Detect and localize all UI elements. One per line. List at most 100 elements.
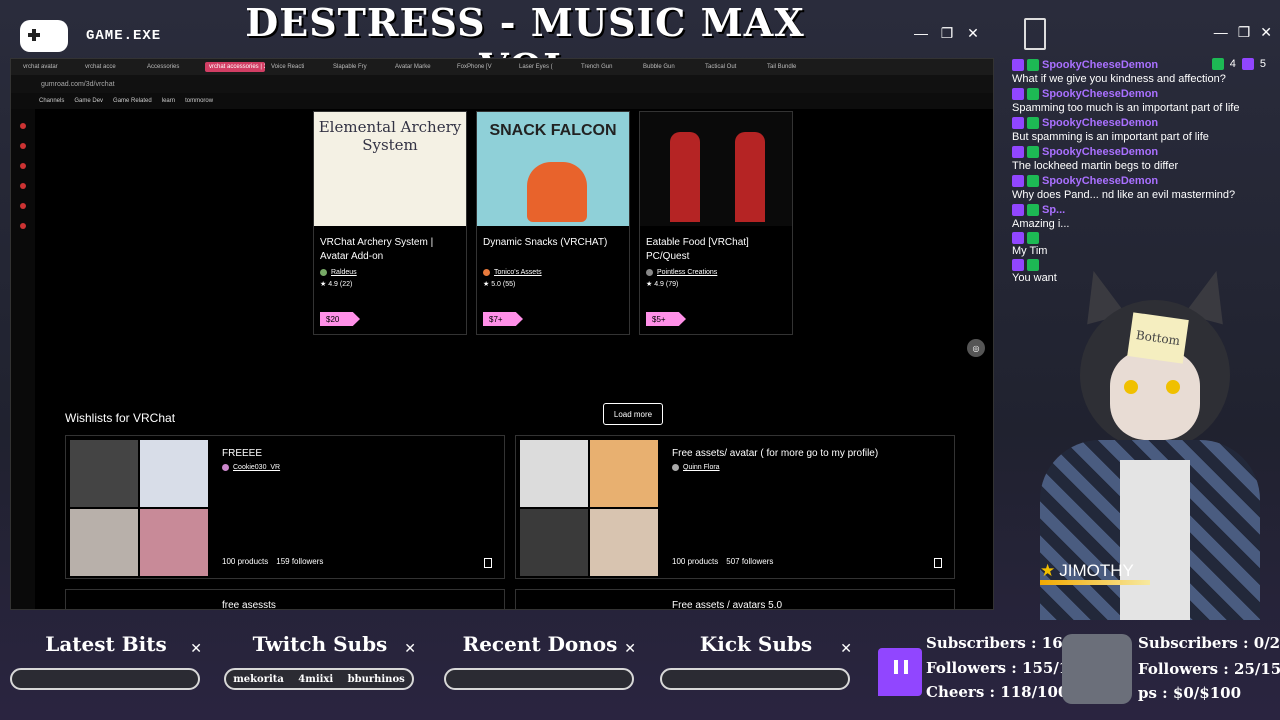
sidebar-icon[interactable] — [20, 223, 26, 229]
close-icon[interactable]: ✕ — [624, 640, 636, 657]
sidebar-icon[interactable] — [20, 123, 26, 129]
bookmark-icon[interactable] — [484, 558, 492, 568]
product-card[interactable]: Elemental Archery System VRChat Archery … — [313, 111, 467, 335]
tab[interactable]: Slapable Fry — [329, 62, 389, 72]
sidebar-icon[interactable] — [20, 183, 26, 189]
recent-donos-panel: Recent Donos ✕ — [438, 632, 642, 696]
wishlist-card[interactable]: free asessts — [65, 589, 505, 610]
close-icon[interactable]: ✕ — [190, 640, 202, 657]
chat-message: SpookyCheeseDemon The lockheed martin beg… — [1012, 146, 1179, 172]
minimize-icon[interactable]: — — [912, 24, 930, 42]
product-thumbnail: SNACK FALCON — [477, 112, 629, 226]
product-seller[interactable]: Raldeus — [314, 266, 466, 276]
kick-subs-panel: Kick Subs ✕ — [654, 632, 858, 696]
maximize-icon[interactable]: ❐ — [1238, 24, 1251, 41]
seller-avatar — [646, 269, 653, 276]
tab[interactable]: FoxPhone [V — [453, 62, 513, 72]
product-thumbnail — [640, 112, 792, 226]
donos-goal: ps : $0/$100 — [1138, 684, 1242, 702]
floating-widget-icon[interactable]: ◎ — [967, 339, 985, 357]
minimize-icon[interactable]: — — [1214, 24, 1228, 41]
bookmark-icon[interactable] — [934, 558, 942, 568]
close-icon[interactable]: ✕ — [1260, 24, 1272, 41]
twitch-icon — [1241, 58, 1254, 70]
bookmark[interactable]: Channels — [39, 98, 64, 104]
tab[interactable]: Avatar Marke — [391, 62, 451, 72]
panel-ticker: mekorita 4miixi bburhinos — [224, 668, 414, 690]
chat-window-controls: — ❐ ✕ — [1214, 24, 1272, 41]
twitch-logo-icon — [878, 648, 922, 696]
product-rating: ★ 4.9 (22) — [320, 281, 353, 288]
sidebar-icon[interactable] — [20, 163, 26, 169]
twitch-badge-icon — [1012, 232, 1024, 244]
twitch-badge-icon — [1012, 88, 1024, 100]
tab[interactable]: Tail Bundle — [763, 62, 823, 72]
wishlist-card[interactable]: Free assets / avatars 5.0 — [515, 589, 955, 610]
close-icon[interactable]: ✕ — [840, 640, 852, 657]
wishlist-title: Free assets/ avatar ( for more go to my … — [672, 448, 879, 459]
tab[interactable]: Accessories — [143, 62, 203, 72]
seller-avatar — [483, 269, 490, 276]
stream-overlay: DESTRESS - MUSIC MAX VOL GAME.EXE — ❐ ✕ … — [0, 0, 1280, 720]
tab[interactable]: Tactical Out — [701, 62, 761, 72]
bookmark[interactable]: Game Dev — [74, 98, 103, 104]
tab[interactable]: Bubble Gun — [639, 62, 699, 72]
close-icon[interactable]: ✕ — [964, 24, 982, 42]
twitch-badge-icon — [1012, 59, 1024, 71]
product-thumbnail: Elemental Archery System — [314, 112, 466, 226]
bookmark[interactable]: learn — [162, 98, 175, 104]
chat-message: SpookyCheeseDemon Why does Pand... nd lik… — [1012, 175, 1236, 201]
panel-title: Twitch Subs — [252, 632, 388, 656]
maximize-icon[interactable]: ❐ — [938, 24, 956, 42]
product-seller[interactable]: Pointless Creations — [640, 266, 792, 276]
close-icon[interactable]: ✕ — [404, 640, 416, 657]
window-titlebar: GAME.EXE — ❐ ✕ — [10, 18, 990, 54]
sticky-note: Bottom — [1127, 312, 1189, 364]
check-badge-icon — [1027, 59, 1039, 71]
twitch-badge-icon — [1012, 204, 1024, 216]
wishlist-owner[interactable]: Cookie030_VR — [222, 464, 280, 471]
bookmark[interactable]: Game Related — [113, 98, 152, 104]
product-card[interactable]: SNACK FALCON Dynamic Snacks (VRCHAT) Ton… — [476, 111, 630, 335]
sidebar-icon[interactable] — [20, 203, 26, 209]
sidebar-icon[interactable] — [20, 143, 26, 149]
owner-avatar — [672, 464, 679, 471]
gamepad-icon — [20, 20, 68, 52]
address-bar[interactable]: gumroad.com/3d/vrchat — [11, 75, 993, 93]
price-tag: $5+ — [646, 312, 686, 326]
product-rating: ★ 5.0 (55) — [483, 281, 516, 288]
load-more-button[interactable]: Load more — [603, 403, 663, 425]
tab[interactable]: vrchat acce — [81, 62, 141, 72]
sub-name: bburhinos — [347, 673, 405, 685]
wishlist-card[interactable]: Free assets/ avatar ( for more go to my … — [515, 435, 955, 579]
sub-name: mekorita — [233, 673, 284, 685]
chat-popout-icon[interactable] — [1024, 18, 1046, 50]
bookmark[interactable]: tommorow — [185, 98, 213, 104]
wishlist-owner[interactable]: Quinn Flora — [672, 464, 720, 471]
tab[interactable]: vrchat avatar — [19, 62, 79, 72]
avatar-eye — [1166, 380, 1180, 394]
chat-header: — ❐ ✕ — [1014, 18, 1280, 54]
product-card[interactable]: Eatable Food [VRChat] PC/Quest Pointless… — [639, 111, 793, 335]
twitch-badge-icon — [1012, 146, 1024, 158]
twitch-badge-icon — [1012, 117, 1024, 129]
tab-active[interactable]: vrchat accessories | 3D — [205, 62, 265, 72]
twitch-subs-panel: Twitch Subs ✕ mekorita 4miixi bburhinos — [218, 632, 422, 696]
product-seller[interactable]: Tonico's Assets — [477, 266, 629, 276]
kick-icon — [1211, 58, 1224, 70]
star-icon: ★ — [1040, 561, 1056, 580]
window-controls: — ❐ ✕ — [912, 24, 982, 42]
wishlist-title: free asessts — [222, 600, 276, 610]
owner-avatar — [222, 464, 229, 471]
wishlist-card[interactable]: FREEEE Cookie030_VR 100 products 159 foll… — [65, 435, 505, 579]
bookmarks-bar: Channels Game Dev Game Related learn tom… — [11, 93, 993, 109]
tab[interactable]: Trench Gun — [577, 62, 637, 72]
viewer-counts: 4 5 — [1211, 58, 1266, 70]
tab[interactable]: Laser Eyes ( — [515, 62, 575, 72]
nameplate-bar — [1040, 580, 1150, 585]
sub-name: 4miixi — [298, 673, 334, 685]
tab[interactable]: Voice Reacti — [267, 62, 327, 72]
check-badge-icon — [1027, 88, 1039, 100]
wishlist-title: FREEEE — [222, 448, 263, 459]
wishlist-title: Free assets / avatars 5.0 — [672, 600, 783, 610]
